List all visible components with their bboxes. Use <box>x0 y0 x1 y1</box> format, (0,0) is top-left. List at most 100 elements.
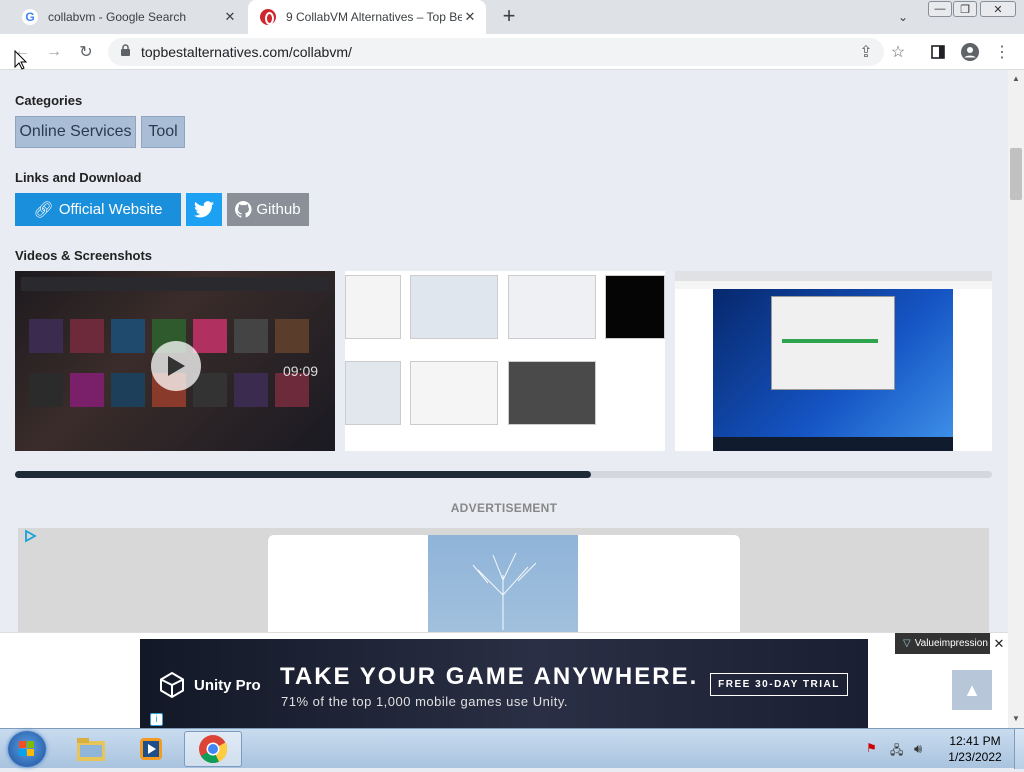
screenshots-scrollbar-thumb[interactable] <box>15 471 592 478</box>
chevron-up-icon: ▲ <box>963 679 981 700</box>
forward-icon[interactable]: → <box>44 42 64 62</box>
screenshots-scrollbar[interactable] <box>15 471 992 478</box>
play-button[interactable] <box>151 341 201 391</box>
reload-icon[interactable]: ↻ <box>76 42 96 62</box>
album-cover <box>193 373 227 407</box>
links-heading: Links and Download <box>15 170 142 185</box>
official-website-label: Official Website <box>58 201 163 218</box>
chrome-icon <box>199 735 228 763</box>
play-icon <box>168 356 185 376</box>
album-cover <box>29 319 63 353</box>
collage-tile <box>508 361 596 425</box>
scroll-to-top-button[interactable]: ▲ <box>952 670 992 710</box>
collabvm-icon <box>260 9 276 25</box>
scroll-down-arrow-icon[interactable]: ▼ <box>1012 714 1020 723</box>
windows-desktop <box>713 289 953 439</box>
album-cover <box>234 319 268 353</box>
free-trial-button[interactable]: FREE 30-DAY TRIAL <box>710 673 848 696</box>
mouse-cursor-icon <box>14 49 28 75</box>
tab-title: 9 CollabVM Alternatives – Top Be <box>286 10 462 24</box>
close-tab-icon[interactable]: ✕ <box>222 9 238 25</box>
installer-dialog <box>771 296 895 390</box>
close-ad-icon[interactable]: ✕ <box>990 633 1008 654</box>
taskbar-chrome[interactable] <box>184 731 242 767</box>
clock[interactable]: 12:41 PM 1/23/2022 <box>940 733 1010 765</box>
bookmark-star-icon[interactable]: ☆ <box>888 42 908 62</box>
github-button[interactable]: Github <box>227 193 309 226</box>
side-panel-icon[interactable] <box>928 42 948 62</box>
official-website-button[interactable]: 🔗︎ Official Website <box>15 193 181 226</box>
video-time: 09:09 <box>283 363 319 379</box>
page-content: Categories Online Services Tool Links an… <box>0 70 1008 728</box>
github-label: Github <box>256 201 301 218</box>
screenshot-collage[interactable] <box>345 271 665 451</box>
address-bar[interactable]: topbestalternatives.com/collabvm/ <box>108 38 884 66</box>
taskbar-media-player[interactable] <box>122 731 180 767</box>
tab-strip: G collabvm - Google Search ✕ 9 CollabVM … <box>0 0 1024 34</box>
sticky-ad-banner: ▽ Valueimpression ✕ Unity Pro TAKE YOUR … <box>0 632 1008 729</box>
profile-avatar-icon[interactable] <box>960 42 980 62</box>
ad-network-label: Valueimpression <box>914 638 988 649</box>
collage-tile <box>345 275 401 339</box>
media-player-icon <box>140 738 162 760</box>
album-cover <box>70 319 104 353</box>
unity-brand-label: Unity Pro <box>194 677 261 694</box>
screenshot-windows-installer[interactable] <box>675 271 992 451</box>
windows-taskbar <box>713 437 953 451</box>
categories-heading: Categories <box>15 93 83 108</box>
videos-heading: Videos & Screenshots <box>15 248 153 263</box>
clock-time: 12:41 PM <box>949 734 1001 748</box>
album-cover <box>111 373 145 407</box>
minimize-button[interactable]: — <box>928 1 952 17</box>
collage-tile <box>605 275 665 339</box>
twitter-icon <box>194 201 214 218</box>
tab-google-search[interactable]: G collabvm - Google Search ✕ <box>8 0 246 34</box>
action-center-flag-icon[interactable]: ⚑ <box>866 741 882 757</box>
album-cover <box>193 319 227 353</box>
collage-tile <box>508 275 596 339</box>
unity-banner[interactable]: Unity Pro TAKE YOUR GAME ANYWHERE. 71% o… <box>140 639 868 729</box>
volume-icon[interactable]: 🔊︎ <box>914 741 930 757</box>
tab-title: collabvm - Google Search <box>48 10 187 24</box>
show-desktop-button[interactable] <box>1014 729 1024 769</box>
collage-tile <box>345 361 401 425</box>
network-icon[interactable]: 🖧︎ <box>890 741 908 757</box>
page-scrollbar[interactable]: ▲ ▼ <box>1008 70 1024 728</box>
browser-toolbar: ← → ↻ topbestalternatives.com/collabvm/ … <box>0 34 1024 70</box>
share-icon[interactable]: ⇪ <box>856 42 876 62</box>
album-cover <box>111 319 145 353</box>
valueimpression-tag[interactable]: ▽ Valueimpression ✕ <box>895 633 1008 654</box>
close-window-button[interactable]: ✕ <box>980 1 1016 17</box>
google-icon: G <box>22 9 38 25</box>
banner-subline: 71% of the top 1,000 mobile games use Un… <box>281 694 568 709</box>
close-tab-icon[interactable]: ✕ <box>462 9 478 25</box>
menu-kebab-icon[interactable]: ⋮ <box>992 42 1012 62</box>
clock-date: 1/23/2022 <box>948 750 1002 764</box>
tab-collabvm-alternatives[interactable]: 9 CollabVM Alternatives – Top Be ✕ <box>248 0 486 34</box>
new-tab-button[interactable]: + <box>498 5 520 28</box>
mini-tab-strip <box>675 271 992 281</box>
page-scrollbar-thumb[interactable] <box>1010 148 1022 200</box>
banner-headline: TAKE YOUR GAME ANYWHERE. <box>280 663 699 690</box>
mini-address-bar <box>675 281 992 289</box>
advertisement-label: ADVERTISEMENT <box>450 501 558 515</box>
category-online-services[interactable]: Online Services <box>15 116 136 148</box>
twitter-button[interactable] <box>186 193 222 226</box>
scroll-up-arrow-icon[interactable]: ▲ <box>1012 74 1020 83</box>
album-cover <box>29 373 63 407</box>
url-text: topbestalternatives.com/collabvm/ <box>141 44 352 60</box>
collage-tile <box>410 275 498 339</box>
video-thumbnail[interactable]: 09:09 <box>15 271 335 451</box>
maximize-button[interactable]: ❐ <box>953 1 977 17</box>
ad-info-icon[interactable]: i <box>150 713 163 726</box>
adchoices-icon[interactable] <box>23 529 37 543</box>
windows-logo-icon <box>19 741 34 756</box>
valueimpression-logo-icon: ▽ <box>903 638 911 649</box>
album-cover <box>275 319 309 353</box>
link-icon: 🔗︎ <box>33 201 54 219</box>
category-tool[interactable]: Tool <box>141 116 185 148</box>
windows-taskbar: ⚑ 🖧︎ 🔊︎ 12:41 PM 1/23/2022 <box>0 728 1024 769</box>
start-button[interactable] <box>8 731 46 767</box>
tab-search-chevron-icon[interactable]: ⌄ <box>898 10 912 24</box>
taskbar-explorer[interactable] <box>62 731 120 767</box>
